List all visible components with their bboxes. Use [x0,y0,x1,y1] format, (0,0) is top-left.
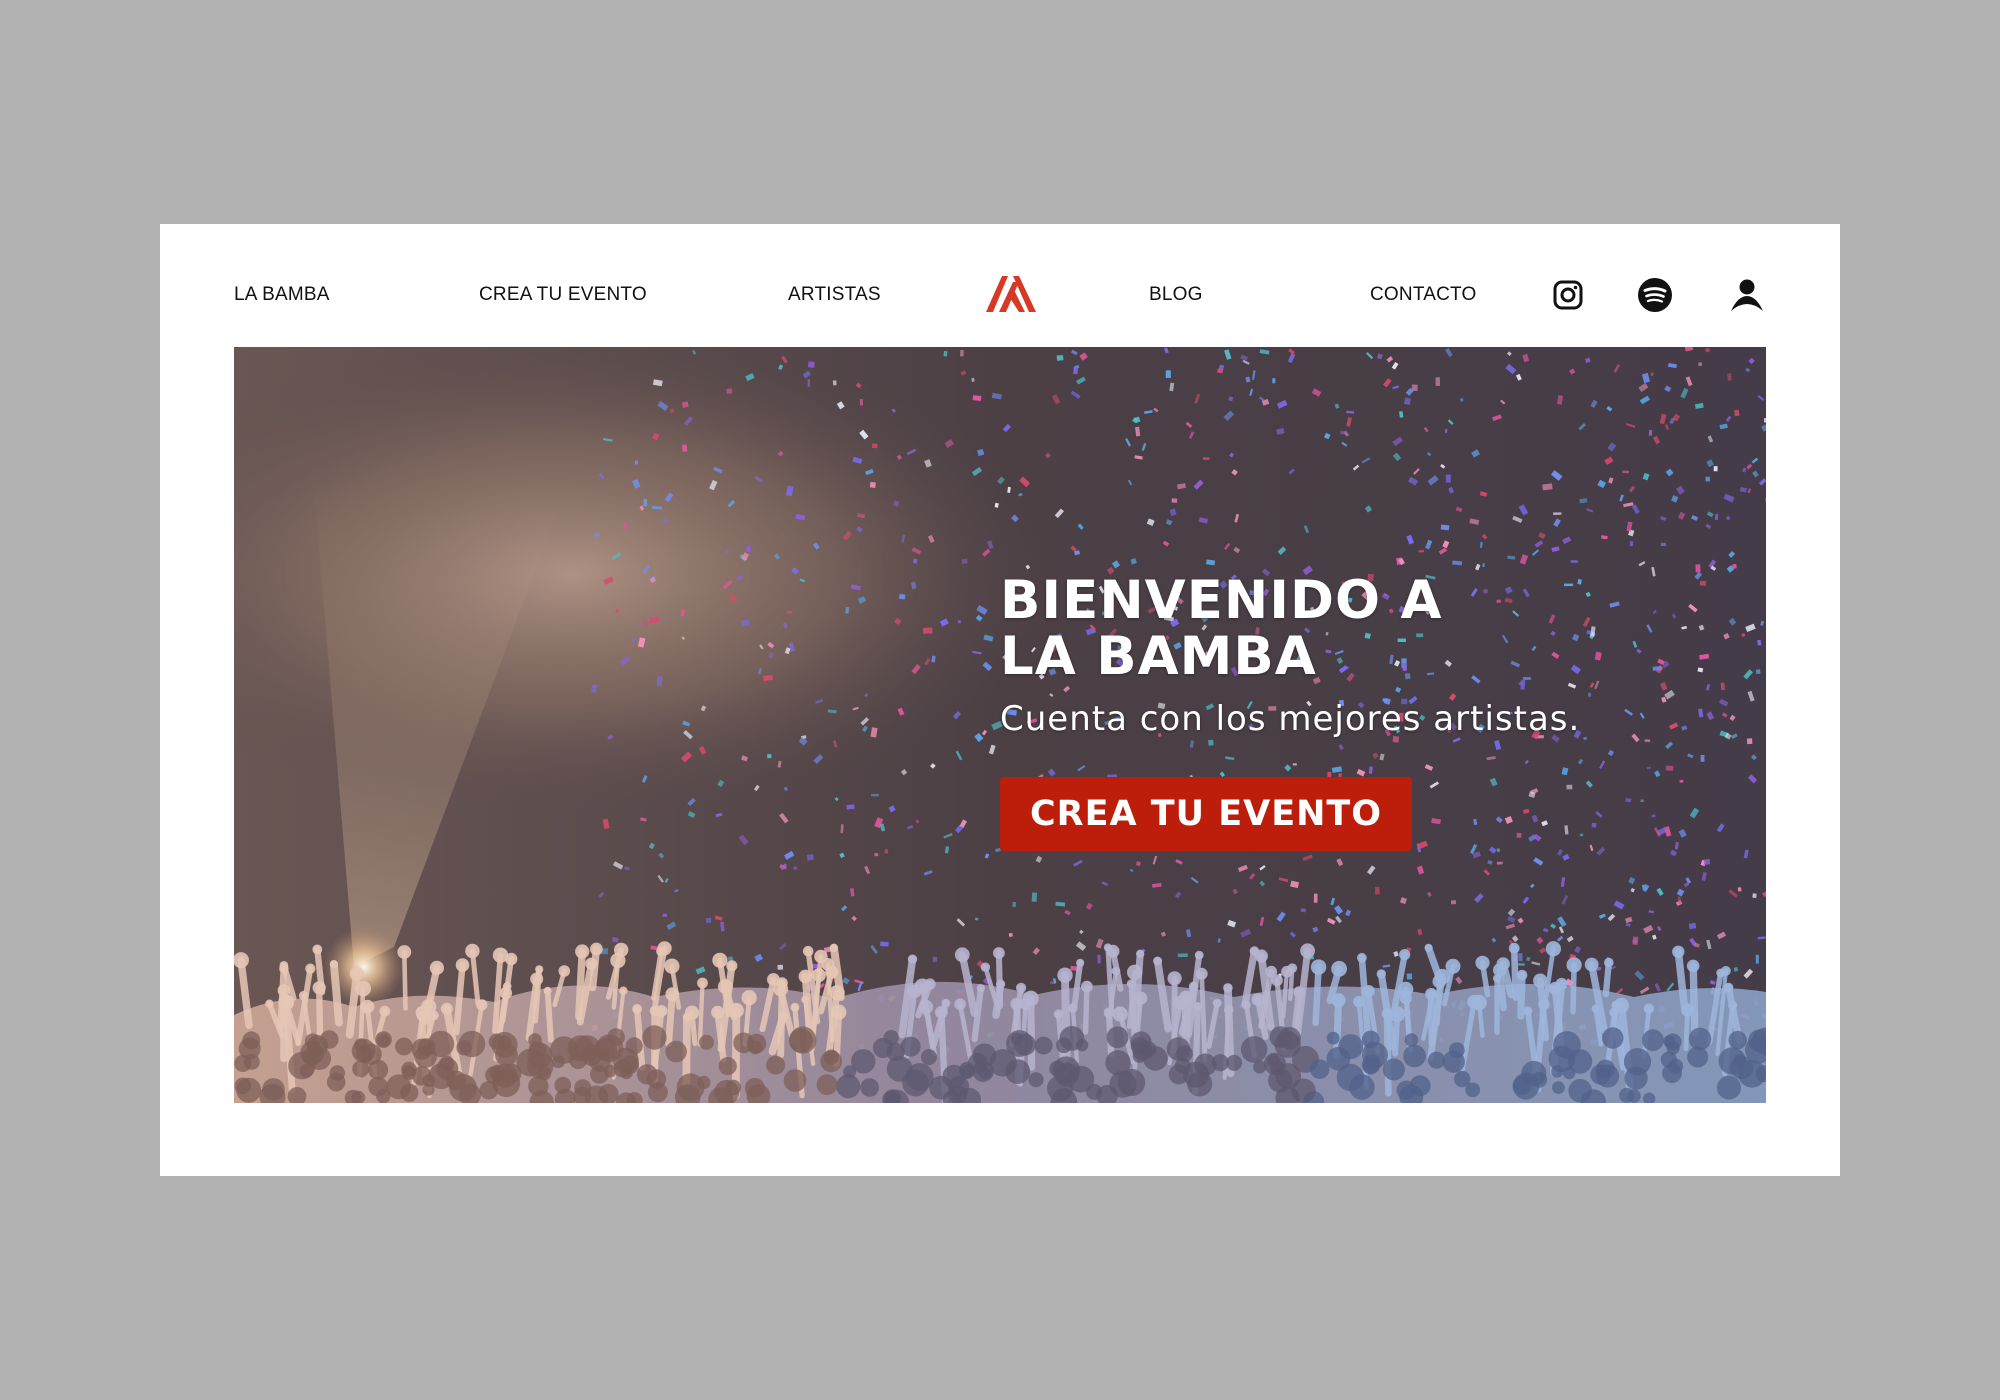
nav-link-crea-tu-evento[interactable]: CREA TU EVENTO [479,284,647,306]
hero-title-line-2: LA BAMBA [1000,626,1317,687]
la-bamba-logo[interactable] [986,272,1036,316]
page-card: LA BAMBA CREA TU EVENTO ARTISTAS BLOG CO… [160,224,1840,1176]
crea-tu-evento-button[interactable]: CREA TU EVENTO [1000,777,1412,851]
nav-link-la-bamba[interactable]: LA BAMBA [234,284,330,306]
nav-link-contacto[interactable]: CONTACTO [1370,284,1476,306]
hero-banner: BIENVENIDO A LA BAMBA Cuenta con los mej… [234,347,1766,1103]
hero-content: BIENVENIDO A LA BAMBA Cuenta con los mej… [1000,573,1740,851]
hero-title: BIENVENIDO A LA BAMBA [1000,573,1740,685]
user-icon[interactable] [1728,276,1766,314]
hero-subtitle: Cuenta con los mejores artistas. [1000,699,1581,739]
logo-mark-icon [986,276,1036,312]
hero-title-line-1: BIENVENIDO A [1000,570,1443,631]
instagram-icon[interactable] [1549,276,1587,314]
nav-link-blog[interactable]: BLOG [1149,284,1203,306]
main-navigation: LA BAMBA CREA TU EVENTO ARTISTAS BLOG CO… [234,260,1766,330]
spotify-icon[interactable] [1636,276,1674,314]
nav-link-artistas[interactable]: ARTISTAS [788,284,881,306]
